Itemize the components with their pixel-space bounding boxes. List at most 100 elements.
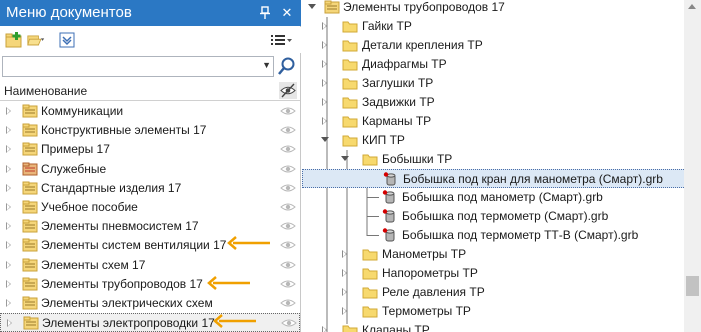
folder-icon — [342, 116, 358, 128]
tree-folder-node[interactable]: Бобышки ТР — [302, 150, 683, 169]
chevron-down-icon[interactable]: ▼ — [262, 60, 271, 70]
collapse-all-icon[interactable] — [58, 32, 76, 48]
tree-folder-node[interactable]: Детали крепления ТР — [302, 36, 683, 55]
expand-arrow-icon[interactable] — [342, 269, 347, 277]
close-button[interactable]: ✕ — [277, 3, 297, 23]
expand-arrow-icon[interactable] — [342, 250, 347, 258]
eye-icon[interactable] — [280, 259, 296, 271]
collapse-arrow-icon[interactable] — [341, 156, 349, 161]
tree-folder-node[interactable]: Клапаны ТР — [302, 321, 683, 332]
tree-view: Элементы трубопроводов 17 Гайки ТР Детал… — [302, 0, 688, 332]
document-list-item-label: Элементы электрических схем — [41, 296, 213, 310]
document-list-item[interactable]: Элементы пневмосистем 17 — [0, 217, 300, 236]
collapse-arrow-icon[interactable] — [321, 137, 329, 142]
tree-folder-node[interactable]: Термометры ТР — [302, 302, 683, 321]
tree-folder-node[interactable]: Гайки ТР — [302, 17, 683, 36]
tree-node-label: Карманы ТР — [362, 114, 432, 128]
expand-arrow-icon[interactable] — [322, 326, 327, 332]
expand-arrow-icon[interactable] — [6, 164, 11, 173]
eye-icon[interactable] — [280, 201, 296, 213]
tree-folder-node[interactable]: Задвижки ТР — [302, 93, 683, 112]
visibility-toggle-header[interactable] — [279, 82, 297, 99]
tree-folder-node[interactable]: Диафрагмы ТР — [302, 55, 683, 74]
document-list-item[interactable]: Элементы схем 17 — [0, 256, 300, 275]
column-header[interactable]: Наименование — [0, 80, 300, 101]
document-list-item[interactable]: Элементы трубопроводов 17 — [0, 275, 300, 294]
tree-file-node[interactable]: Бобышка под термометр (Смарт).grb — [302, 207, 683, 226]
vertical-scrollbar[interactable] — [684, 0, 701, 332]
expand-arrow-icon[interactable] — [6, 183, 11, 192]
eye-icon[interactable] — [280, 124, 296, 136]
tree-node-label: Бобышка под кран для манометра (Смарт).g… — [403, 172, 663, 186]
document-list-item[interactable]: Элементы электрических схем — [0, 294, 300, 313]
new-folder-icon[interactable] — [5, 32, 23, 48]
tree-folder-node[interactable]: Напорометры ТР — [302, 264, 683, 283]
folder-open-icon — [362, 154, 378, 166]
expand-arrow-icon[interactable] — [6, 299, 11, 307]
document-list-item[interactable]: Служебные — [0, 160, 300, 179]
eye-icon[interactable] — [280, 239, 296, 251]
search-button[interactable] — [276, 56, 298, 77]
folder-icon — [362, 287, 378, 299]
eye-icon[interactable] — [280, 143, 296, 155]
panel-titlebar: Меню документов ✕ — [0, 0, 301, 26]
tree-root-node[interactable]: Элементы трубопроводов 17 — [302, 0, 683, 17]
expand-arrow-icon[interactable] — [6, 126, 11, 135]
expand-arrow-icon[interactable] — [322, 117, 327, 125]
eye-icon[interactable] — [281, 317, 297, 329]
folder-icon — [342, 21, 358, 33]
scroll-up-icon[interactable] — [688, 4, 696, 9]
folder-icon — [22, 258, 38, 272]
tree-node-label: Задвижки ТР — [362, 95, 435, 109]
search-icon — [278, 57, 295, 75]
tree-folder-node[interactable]: Карманы ТР — [302, 112, 683, 131]
expand-arrow-icon[interactable] — [6, 260, 11, 269]
tree-file-node[interactable]: Бобышка под манометр (Смарт).grb — [302, 188, 683, 207]
expand-arrow-icon[interactable] — [342, 288, 347, 296]
eye-icon[interactable] — [280, 297, 296, 309]
eye-icon[interactable] — [280, 163, 296, 175]
tree-folder-node[interactable]: Реле давления ТР — [302, 283, 683, 302]
expand-arrow-icon[interactable] — [6, 107, 11, 115]
eye-icon[interactable] — [280, 182, 296, 194]
expand-arrow-icon[interactable] — [6, 145, 11, 154]
folder-icon — [23, 316, 39, 330]
tree-folder-node[interactable]: Манометры ТР — [302, 245, 683, 264]
expand-arrow-icon[interactable] — [6, 222, 11, 231]
tree-node-label: Напорометры ТР — [382, 266, 478, 280]
eye-icon[interactable] — [280, 220, 296, 232]
tree-folder-node[interactable]: Заглушки ТР — [302, 74, 683, 93]
pin-button[interactable] — [255, 3, 275, 23]
document-list-item[interactable]: Конструктивные элементы 17 — [0, 121, 300, 140]
expand-arrow-icon[interactable] — [308, 4, 316, 9]
tree-folder-node[interactable]: КИП ТР — [302, 131, 683, 150]
expand-arrow-icon[interactable] — [6, 241, 11, 250]
folder-icon — [22, 200, 38, 214]
expand-arrow-icon[interactable] — [7, 319, 12, 328]
document-list-item[interactable]: Стандартные изделия 17 — [0, 179, 300, 198]
eye-icon[interactable] — [280, 105, 296, 117]
open-folder-icon[interactable] — [27, 32, 45, 48]
document-list-item[interactable]: Учебное пособие — [0, 198, 300, 217]
view-options-icon[interactable] — [270, 32, 294, 48]
panel-title: Меню документов — [6, 4, 132, 21]
document-list-item[interactable]: Примеры 17 — [0, 140, 300, 159]
expand-arrow-icon[interactable] — [342, 307, 347, 315]
expand-arrow-icon[interactable] — [322, 60, 327, 68]
document-list-item[interactable]: Коммуникации — [0, 102, 300, 121]
scrollbar-thumb[interactable] — [686, 276, 699, 296]
expand-arrow-icon[interactable] — [322, 79, 327, 87]
panel-toolbar — [0, 27, 301, 53]
eye-icon[interactable] — [280, 278, 296, 290]
search-input[interactable]: ▼ — [2, 56, 274, 77]
expand-arrow-icon[interactable] — [322, 98, 327, 106]
part-file-icon — [383, 172, 396, 186]
document-list-item-label: Элементы трубопроводов 17 — [41, 276, 203, 291]
expand-arrow-icon[interactable] — [6, 203, 11, 211]
tree-file-node[interactable]: Бобышка под термометр ТТ-В (Смарт).grb — [302, 226, 683, 245]
expand-arrow-icon[interactable] — [6, 279, 11, 288]
tree-node-label: Бобышка под термометр ТТ-В (Смарт).grb — [402, 228, 639, 242]
expand-arrow-icon[interactable] — [322, 41, 327, 49]
tree-file-node[interactable]: Бобышка под кран для манометра (Смарт).g… — [302, 169, 688, 188]
expand-arrow-icon[interactable] — [322, 22, 327, 30]
